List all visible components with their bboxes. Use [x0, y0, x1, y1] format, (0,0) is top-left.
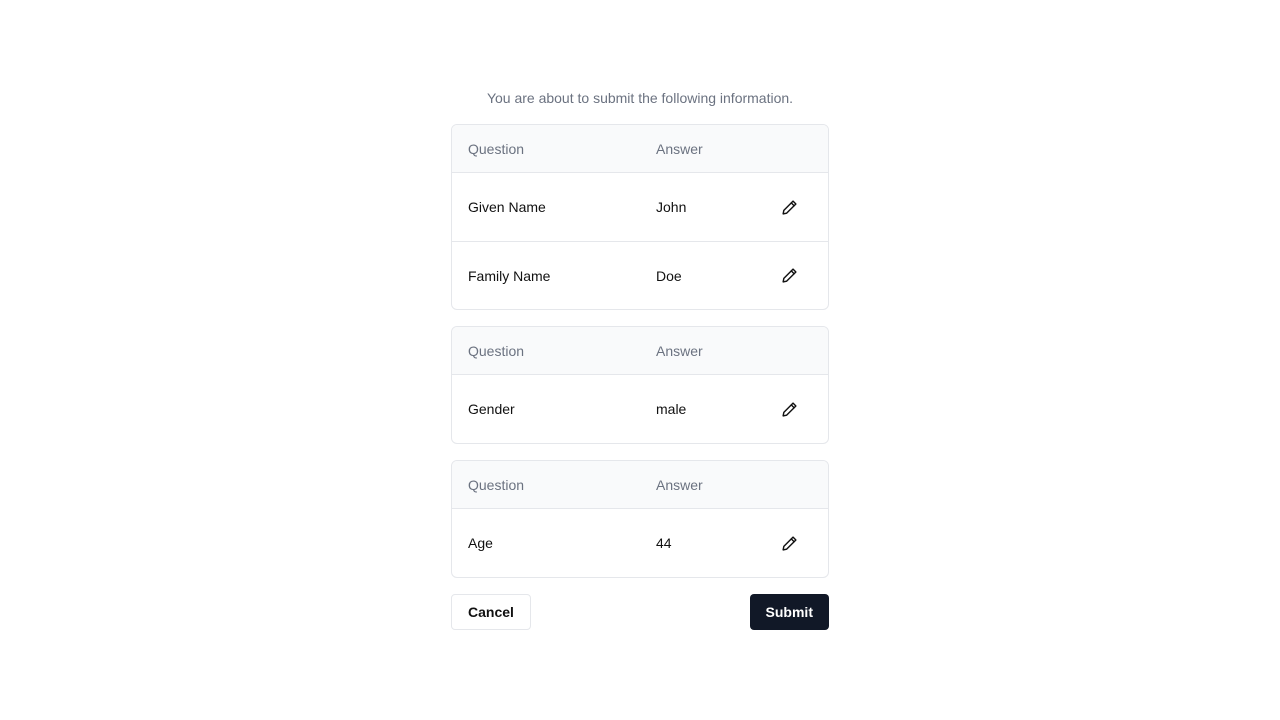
- question-cell: Family Name: [468, 267, 551, 284]
- answer-column-header: Answer: [656, 140, 703, 157]
- table-row: Gender male: [452, 375, 828, 443]
- table-row: Family Name Doe: [452, 241, 828, 309]
- answer-cell: 44: [656, 535, 672, 551]
- form-actions: Cancel Submit: [451, 594, 829, 630]
- review-panel: You are about to submit the following in…: [451, 86, 829, 630]
- submit-button[interactable]: Submit: [749, 594, 829, 630]
- edit-age-button[interactable]: [775, 529, 803, 557]
- edit-gender-button[interactable]: [775, 395, 803, 423]
- review-card-gender: Question Answer Gender male: [451, 326, 829, 444]
- question-column-header: Question: [468, 476, 525, 493]
- edit-family-name-button[interactable]: [775, 262, 803, 290]
- answer-cell: male: [656, 401, 687, 417]
- question-column-header: Question: [468, 140, 525, 157]
- answer-cell: Doe: [656, 267, 682, 284]
- pencil-icon: [781, 199, 797, 215]
- table-row: Age 44: [452, 509, 828, 577]
- table-row: Given Name John: [452, 173, 828, 241]
- question-cell: Age: [468, 535, 493, 551]
- review-card-age: Question Answer Age 44: [451, 460, 829, 578]
- question-cell: Given Name: [468, 199, 546, 215]
- pencil-icon: [781, 268, 797, 283]
- cancel-button[interactable]: Cancel: [451, 594, 531, 630]
- answer-column-header: Answer: [656, 476, 703, 493]
- intro-text: You are about to submit the following in…: [486, 90, 794, 106]
- question-column-header: Question: [468, 342, 525, 359]
- edit-given-name-button[interactable]: [775, 193, 803, 221]
- card-header: Question Answer: [452, 125, 828, 173]
- question-cell: Gender: [468, 401, 515, 417]
- card-header: Question Answer: [452, 461, 828, 509]
- card-header: Question Answer: [452, 327, 828, 375]
- pencil-icon: [781, 535, 797, 551]
- answer-column-header: Answer: [656, 342, 703, 359]
- answer-cell: John: [656, 199, 687, 215]
- pencil-icon: [781, 401, 797, 417]
- review-card-name: Question Answer Given Name John Family N…: [451, 124, 829, 310]
